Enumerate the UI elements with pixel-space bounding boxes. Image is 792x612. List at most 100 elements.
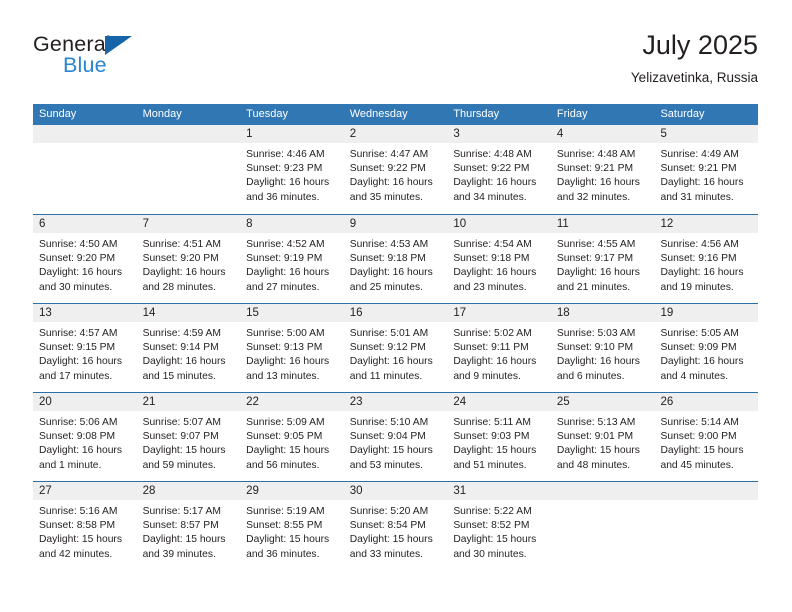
day-number-band: 3 — [447, 125, 551, 143]
sunrise-text: Sunrise: 5:05 AM — [660, 328, 739, 339]
day-cell[interactable]: 2 Sunrise: 4:47 AM Sunset: 9:22 PM Dayli… — [343, 125, 448, 214]
day-number: 8 — [246, 218, 253, 230]
calendar-week-row: 6 Sunrise: 4:50 AM Sunset: 9:20 PM Dayli… — [33, 214, 759, 303]
day-number: 11 — [556, 218, 569, 230]
day-cell[interactable]: 24 Sunrise: 5:11 AM Sunset: 9:03 PM Dayl… — [447, 393, 551, 481]
day-cell[interactable]: 8 Sunrise: 4:52 AM Sunset: 9:19 PM Dayli… — [240, 215, 344, 303]
sunset-text: Sunset: 9:18 PM — [453, 253, 530, 265]
day-cell[interactable]: 10 Sunrise: 4:54 AM Sunset: 9:18 PM Dayl… — [447, 215, 551, 303]
day-cell[interactable]: 14 Sunrise: 4:59 AM Sunset: 9:14 PM Dayl… — [136, 304, 241, 392]
sunrise-text: Sunrise: 4:55 AM — [556, 239, 636, 250]
day-cell[interactable]: 6 Sunrise: 4:50 AM Sunset: 9:20 PM Dayli… — [33, 215, 137, 303]
day-details — [137, 143, 241, 148]
sunrise-text: Sunrise: 4:53 AM — [349, 239, 429, 250]
day-cell[interactable]: 28 Sunrise: 5:17 AM Sunset: 8:57 PM Dayl… — [136, 482, 241, 570]
daylight-text-line1: Daylight: 16 hours — [660, 177, 744, 189]
day-number-band: 25 — [550, 393, 655, 411]
day-number-band: 30 — [343, 482, 448, 500]
sunset-text: Sunset: 9:04 PM — [349, 431, 426, 443]
sunset-text: Sunset: 9:08 PM — [39, 431, 116, 443]
day-number-band: 14 — [136, 304, 241, 322]
day-cell[interactable]: 4 Sunrise: 4:48 AM Sunset: 9:21 PM Dayli… — [550, 125, 655, 214]
day-number: 22 — [246, 396, 259, 408]
day-number: 20 — [39, 396, 52, 408]
daylight-text-line1: Daylight: 15 hours — [660, 445, 744, 457]
day-cell[interactable]: 19 Sunrise: 5:05 AM Sunset: 9:09 PM Dayl… — [654, 304, 759, 392]
day-number: 15 — [246, 307, 259, 319]
day-cell[interactable]: 25 Sunrise: 5:13 AM Sunset: 9:01 PM Dayl… — [550, 393, 655, 481]
day-cell[interactable]: 13 Sunrise: 4:57 AM Sunset: 9:15 PM Dayl… — [33, 304, 137, 392]
page-header: General Blue July 2025 Yelizavetinka, Ru… — [33, 28, 758, 98]
day-cell[interactable]: 16 Sunrise: 5:01 AM Sunset: 9:12 PM Dayl… — [343, 304, 448, 392]
day-cell[interactable]: 20 Sunrise: 5:06 AM Sunset: 9:08 PM Dayl… — [33, 393, 137, 481]
day-cell[interactable]: 29 Sunrise: 5:19 AM Sunset: 8:55 PM Dayl… — [240, 482, 344, 570]
day-number: 19 — [660, 307, 674, 319]
daylight-text-line2: and 56 minutes. — [246, 459, 320, 471]
daylight-text-line1: Daylight: 15 hours — [349, 445, 433, 457]
weekday-header-tuesday: Tuesday — [246, 108, 288, 120]
day-number: 16 — [349, 307, 363, 319]
day-cell[interactable]: 15 Sunrise: 5:00 AM Sunset: 9:13 PM Dayl… — [240, 304, 344, 392]
day-cell[interactable]: 22 Sunrise: 5:09 AM Sunset: 9:05 PM Dayl… — [240, 393, 344, 481]
day-details: Sunrise: 5:03 AM Sunset: 9:10 PM Dayligh… — [551, 322, 655, 384]
day-cell[interactable]: 9 Sunrise: 4:53 AM Sunset: 9:18 PM Dayli… — [343, 215, 448, 303]
day-cell[interactable]: 12 Sunrise: 4:56 AM Sunset: 9:16 PM Dayl… — [654, 215, 759, 303]
day-cell[interactable]: 23 Sunrise: 5:10 AM Sunset: 9:04 PM Dayl… — [343, 393, 448, 481]
daylight-text-line1: Daylight: 16 hours — [246, 356, 330, 368]
day-cell[interactable]: 18 Sunrise: 5:03 AM Sunset: 9:10 PM Dayl… — [550, 304, 655, 392]
calendar-grid: Sunday Monday Tuesday Wednesday Thursday… — [33, 104, 759, 570]
day-cell[interactable]: 7 Sunrise: 4:51 AM Sunset: 9:20 PM Dayli… — [136, 215, 241, 303]
daylight-text-line2: and 19 minutes. — [660, 281, 734, 293]
day-details: Sunrise: 4:56 AM Sunset: 9:16 PM Dayligh… — [654, 233, 758, 295]
day-number: 26 — [660, 396, 674, 408]
day-cell[interactable] — [550, 482, 655, 570]
day-cell[interactable] — [654, 482, 759, 570]
day-number: 21 — [142, 396, 156, 408]
sunset-text: Sunset: 9:21 PM — [660, 163, 737, 175]
day-number-band: 12 — [654, 215, 759, 233]
sunrise-text: Sunrise: 5:07 AM — [142, 417, 221, 428]
day-details: Sunrise: 5:11 AM Sunset: 9:03 PM Dayligh… — [447, 411, 551, 473]
weekday-header-saturday: Saturday — [660, 108, 705, 120]
sunset-text: Sunset: 9:18 PM — [349, 253, 426, 265]
day-cell[interactable]: 5 Sunrise: 4:49 AM Sunset: 9:21 PM Dayli… — [654, 125, 759, 214]
day-number-band: 18 — [550, 304, 655, 322]
daylight-text-line2: and 9 minutes. — [453, 370, 521, 382]
daylight-text-line2: and 45 minutes. — [660, 459, 734, 471]
day-cell[interactable]: 11 Sunrise: 4:55 AM Sunset: 9:17 PM Dayl… — [550, 215, 655, 303]
sunrise-text: Sunrise: 4:48 AM — [453, 149, 532, 160]
day-number: 23 — [349, 396, 363, 408]
day-details: Sunrise: 4:53 AM Sunset: 9:18 PM Dayligh… — [344, 233, 448, 295]
day-cell[interactable]: 1 Sunrise: 4:46 AM Sunset: 9:23 PM Dayli… — [240, 125, 344, 214]
day-number-band: 17 — [447, 304, 551, 322]
daylight-text-line2: and 25 minutes. — [349, 281, 424, 293]
day-cell[interactable]: 17 Sunrise: 5:02 AM Sunset: 9:11 PM Dayl… — [447, 304, 551, 392]
general-blue-logo[interactable]: General Blue — [33, 32, 213, 92]
page-title: July 2025 — [642, 30, 758, 60]
day-cell[interactable]: 27 Sunrise: 5:16 AM Sunset: 8:58 PM Dayl… — [33, 482, 137, 570]
page-subtitle-location: Yelizavetinka, Russia — [630, 70, 758, 85]
day-number-band: 19 — [654, 304, 759, 322]
daylight-text-line1: Daylight: 16 hours — [39, 356, 122, 368]
day-cell[interactable]: 30 Sunrise: 5:20 AM Sunset: 8:54 PM Dayl… — [343, 482, 448, 570]
sunset-text: Sunset: 9:01 PM — [556, 431, 634, 443]
sunrise-text: Sunrise: 5:20 AM — [349, 506, 429, 517]
daylight-text-line2: and 15 minutes. — [142, 370, 216, 382]
day-number: 25 — [556, 396, 570, 408]
day-number: 14 — [142, 307, 156, 319]
daylight-text-line1: Daylight: 16 hours — [556, 267, 640, 279]
sunrise-text: Sunrise: 4:57 AM — [39, 328, 118, 339]
day-number-band: 28 — [136, 482, 241, 500]
weekday-header-sunday: Sunday — [39, 108, 77, 120]
day-cell[interactable]: 3 Sunrise: 4:48 AM Sunset: 9:22 PM Dayli… — [447, 125, 551, 214]
sunset-text: Sunset: 9:21 PM — [556, 163, 634, 175]
day-cell[interactable]: 21 Sunrise: 5:07 AM Sunset: 9:07 PM Dayl… — [136, 393, 241, 481]
daylight-text-line2: and 23 minutes. — [453, 281, 527, 293]
day-cell[interactable] — [136, 125, 241, 214]
sunrise-text: Sunrise: 4:52 AM — [246, 239, 325, 250]
daylight-text-line1: Daylight: 16 hours — [349, 356, 433, 368]
day-cell[interactable] — [33, 125, 137, 214]
day-cell[interactable]: 31 Sunrise: 5:22 AM Sunset: 8:52 PM Dayl… — [447, 482, 551, 570]
day-cell[interactable]: 26 Sunrise: 5:14 AM Sunset: 9:00 PM Dayl… — [654, 393, 759, 481]
daylight-text-line1: Daylight: 16 hours — [453, 177, 537, 189]
